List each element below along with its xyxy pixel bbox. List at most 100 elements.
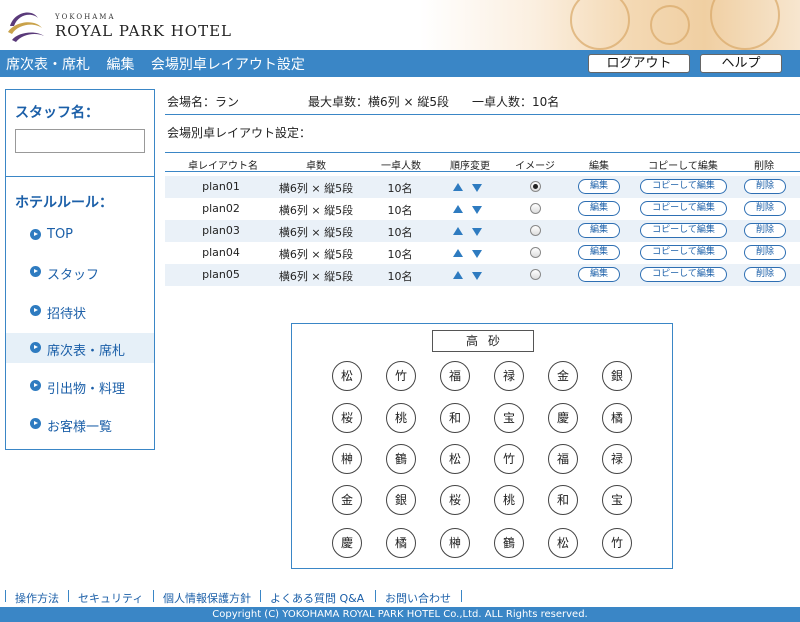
edit-button[interactable]: 編集 <box>578 245 620 260</box>
divider <box>68 590 69 602</box>
round-table: 橘 <box>602 403 632 433</box>
column-header: 卓数 <box>306 161 326 172</box>
column-header: 一卓人数 <box>381 161 421 172</box>
layout-preview: 高砂 松竹福禄金銀桜桃和宝慶橘榊鶴松竹福禄金銀桜桃和宝慶橘榊鶴松竹 <box>291 323 673 569</box>
move-up-icon[interactable] <box>453 249 463 257</box>
delete-button[interactable]: 削除 <box>744 245 786 260</box>
footer-link-howto[interactable]: 操作方法 <box>15 590 59 606</box>
plan-people: 10名 <box>387 182 413 195</box>
edit-button[interactable]: 編集 <box>578 179 620 194</box>
breadcrumb-item: 編集 <box>106 57 135 73</box>
plan-name: plan02 <box>202 202 240 215</box>
move-up-icon[interactable] <box>453 205 463 213</box>
hotel-logo-icon <box>8 12 44 42</box>
move-down-icon[interactable] <box>472 272 482 280</box>
help-button[interactable]: ヘルプ <box>700 54 782 73</box>
round-table: 福 <box>440 361 470 391</box>
column-header: イメージ <box>515 161 555 172</box>
sidebar-item-seating[interactable]: 席次表・席札 <box>6 333 154 363</box>
round-table: 榊 <box>332 444 362 474</box>
plan-tables: 横6列 × 縦5段 <box>278 248 354 261</box>
sidebar-item-top[interactable]: TOP <box>6 220 154 250</box>
footer-link-privacy[interactable]: 個人情報保護方針 <box>163 590 251 606</box>
divider <box>260 590 261 602</box>
round-table: 禄 <box>602 444 632 474</box>
round-table: 桜 <box>332 403 362 433</box>
move-up-icon[interactable] <box>453 271 463 279</box>
plan-people: 10名 <box>387 226 413 239</box>
round-table: 竹 <box>602 528 632 558</box>
edit-button[interactable]: 編集 <box>578 267 620 282</box>
sidebar-item-label: TOP <box>47 227 74 242</box>
image-radio[interactable] <box>530 181 541 192</box>
copy-edit-button[interactable]: コピーして編集 <box>640 223 727 238</box>
round-table: 福 <box>548 444 578 474</box>
sidebar-item-label: スタッフ <box>47 268 100 283</box>
round-table: 桜 <box>440 485 470 515</box>
logo-subtitle: YOKOHAMA <box>55 13 116 21</box>
logout-button[interactable]: ログアウト <box>588 54 690 73</box>
round-table: 竹 <box>494 444 524 474</box>
image-radio[interactable] <box>530 247 541 258</box>
round-table: 松 <box>332 361 362 391</box>
round-table: 鶴 <box>386 444 416 474</box>
copy-edit-button[interactable]: コピーして編集 <box>640 201 727 216</box>
sidebar-item-label: 招待状 <box>47 307 87 322</box>
header-decoration <box>420 0 800 50</box>
footer-link-security[interactable]: セキュリティ <box>78 590 143 606</box>
table-row: plan04 横6列 × 縦5段 10名 編集 コピーして編集 削除 <box>165 242 800 264</box>
image-radio[interactable] <box>530 203 541 214</box>
delete-button[interactable]: 削除 <box>744 179 786 194</box>
arrow-bullet-icon <box>30 305 41 316</box>
edit-button[interactable]: 編集 <box>578 223 620 238</box>
round-table: 禄 <box>494 361 524 391</box>
divider <box>6 176 154 177</box>
table-row: plan02 横6列 × 縦5段 10名 編集 コピーして編集 削除 <box>165 198 800 220</box>
plan-name: plan03 <box>202 224 240 237</box>
arrow-bullet-icon <box>30 380 41 391</box>
sidebar-item-label: お客様一覧 <box>47 420 113 435</box>
arrow-bullet-icon <box>30 229 41 240</box>
copy-edit-button[interactable]: コピーして編集 <box>640 267 727 282</box>
divider <box>375 590 376 602</box>
sidebar-item-label: 席次表・席札 <box>47 344 126 359</box>
column-header: 順序変更 <box>450 161 490 172</box>
footer-link-contact[interactable]: お問い合わせ <box>385 590 451 606</box>
move-down-icon[interactable] <box>472 250 482 258</box>
copy-edit-button[interactable]: コピーして編集 <box>640 179 727 194</box>
round-table: 和 <box>548 485 578 515</box>
sidebar-item-staff[interactable]: スタッフ <box>6 257 154 287</box>
edit-button[interactable]: 編集 <box>578 201 620 216</box>
divider <box>153 590 154 602</box>
column-header: 編集 <box>589 161 609 172</box>
move-up-icon[interactable] <box>453 183 463 191</box>
round-table: 宝 <box>494 403 524 433</box>
column-header: 削除 <box>754 161 774 172</box>
divider <box>165 114 800 115</box>
arrow-bullet-icon <box>30 418 41 429</box>
move-down-icon[interactable] <box>472 228 482 236</box>
column-header: コピーして編集 <box>648 161 718 172</box>
breadcrumb-item: 席次表・席札 <box>6 57 90 73</box>
plan-tables: 横6列 × 縦5段 <box>278 182 354 195</box>
image-radio[interactable] <box>530 269 541 280</box>
sidebar-item-customers[interactable]: お客様一覧 <box>6 409 154 439</box>
staff-name-input[interactable] <box>15 129 145 153</box>
sidebar-item-invitation[interactable]: 招待状 <box>6 296 154 326</box>
move-down-icon[interactable] <box>472 184 482 192</box>
move-up-icon[interactable] <box>453 227 463 235</box>
round-table: 松 <box>440 444 470 474</box>
header: YOKOHAMA ROYAL PARK HOTEL <box>0 0 800 50</box>
delete-button[interactable]: 削除 <box>744 201 786 216</box>
breadcrumb-item: 会場別卓レイアウト設定 <box>150 57 305 73</box>
delete-button[interactable]: 削除 <box>744 267 786 282</box>
sidebar-item-gifts-food[interactable]: 引出物・料理 <box>6 371 154 401</box>
footer-link-faq[interactable]: よくある質問 Q&A <box>270 590 364 606</box>
round-table: 橘 <box>386 528 416 558</box>
table-row: plan03 横6列 × 縦5段 10名 編集 コピーして編集 削除 <box>165 220 800 242</box>
copy-edit-button[interactable]: コピーして編集 <box>640 245 727 260</box>
hotel-rules-label: ホテルルール： <box>15 195 113 211</box>
move-down-icon[interactable] <box>472 206 482 214</box>
delete-button[interactable]: 削除 <box>744 223 786 238</box>
image-radio[interactable] <box>530 225 541 236</box>
